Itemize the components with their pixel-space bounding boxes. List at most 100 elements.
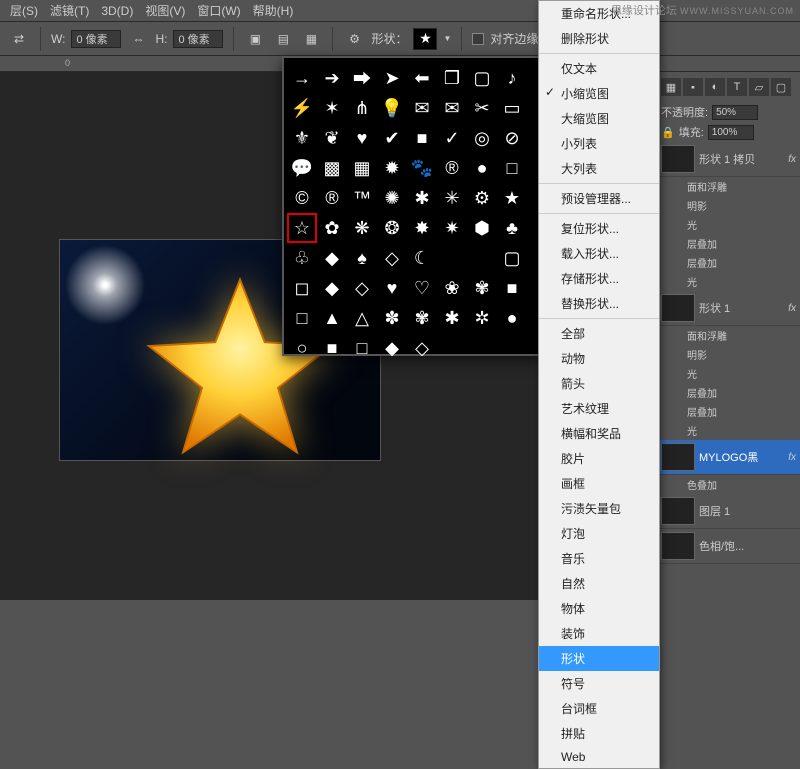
- menuitem-仅文本[interactable]: 仅文本: [539, 56, 659, 81]
- shape-envelope-front[interactable]: ✉: [408, 94, 436, 122]
- layer-effect[interactable]: 光: [657, 272, 800, 291]
- shape-empty[interactable]: [438, 244, 466, 272]
- shape-checker[interactable]: ▩: [318, 154, 346, 182]
- menu-layer[interactable]: 层(S): [4, 2, 44, 19]
- shape-triangle[interactable]: ▲: [318, 304, 346, 332]
- shape-asterisk[interactable]: ✱: [438, 304, 466, 332]
- layer-effect[interactable]: 面和浮雕: [657, 177, 800, 196]
- shape-club[interactable]: ♣: [498, 214, 526, 242]
- menuitem-大缩览图[interactable]: 大缩览图: [539, 106, 659, 131]
- shape-burst[interactable]: ✶: [318, 94, 346, 122]
- shape-envelope[interactable]: ✉: [438, 94, 466, 122]
- menuitem-全部[interactable]: 全部: [539, 321, 659, 346]
- shape-speech[interactable]: 💬: [288, 154, 316, 182]
- shape-heart-open[interactable]: ♡: [408, 274, 436, 302]
- shape-circle-heavy[interactable]: ●: [468, 154, 496, 182]
- menuitem-大列表[interactable]: 大列表: [539, 156, 659, 181]
- shape-burst4[interactable]: ✷: [438, 214, 466, 242]
- shape-frame-sq[interactable]: ▢: [468, 64, 496, 92]
- shape-burst3[interactable]: ✸: [408, 214, 436, 242]
- shape-dropdown-icon[interactable]: ▼: [443, 34, 451, 43]
- shape-arrow-thin-right[interactable]: →: [288, 64, 316, 92]
- menuitem-替换形状...[interactable]: 替换形状...: [539, 291, 659, 316]
- shape-circle[interactable]: ●: [498, 304, 526, 332]
- menuitem-画框[interactable]: 画框: [539, 471, 659, 496]
- shape-empty[interactable]: [468, 334, 496, 362]
- shape-registered2[interactable]: ®: [318, 184, 346, 212]
- shape-frame-rect[interactable]: ▭: [498, 94, 526, 122]
- shape-blob-open[interactable]: ✾: [408, 304, 436, 332]
- shape-star-solid[interactable]: ★: [498, 184, 526, 212]
- shape-club-out[interactable]: ♧: [288, 244, 316, 272]
- menu-help[interactable]: 帮助(H): [247, 2, 300, 19]
- shape-spade[interactable]: ♠: [348, 244, 376, 272]
- shape-seal-8-out[interactable]: ❋: [348, 214, 376, 242]
- shape-grass[interactable]: ⋔: [348, 94, 376, 122]
- filter-shape-icon[interactable]: ▱: [749, 78, 769, 96]
- shape-registered[interactable]: ®: [438, 154, 466, 182]
- shape-empty[interactable]: [468, 244, 496, 272]
- menuitem-符号[interactable]: 符号: [539, 671, 659, 696]
- shape-lightning[interactable]: ⚡: [288, 94, 316, 122]
- shape-outline-sq[interactable]: □: [498, 154, 526, 182]
- menuitem-台词框[interactable]: 台词框: [539, 696, 659, 721]
- link-wh-icon[interactable]: ⇔: [127, 28, 149, 50]
- shape-diamond3[interactable]: ◆: [378, 334, 406, 362]
- layer-effect[interactable]: 光: [657, 364, 800, 383]
- menu-window[interactable]: 窗口(W): [191, 2, 246, 19]
- gear-icon[interactable]: ⚙: [343, 28, 365, 50]
- shape-scissors[interactable]: ✂: [468, 94, 496, 122]
- shape-ring[interactable]: ○: [288, 334, 316, 362]
- path-arrange-icon[interactable]: ▦: [300, 28, 322, 50]
- shape-heart[interactable]: ♥: [348, 124, 376, 152]
- shape-triangle-open[interactable]: △: [348, 304, 376, 332]
- menuitem-横幅和奖品[interactable]: 横幅和奖品: [539, 421, 659, 446]
- menuitem-污渍矢量包[interactable]: 污渍矢量包: [539, 496, 659, 521]
- menuitem-小缩览图[interactable]: 小缩览图: [539, 81, 659, 106]
- shape-check[interactable]: ✓: [438, 124, 466, 152]
- shape-fleur[interactable]: ⚜: [288, 124, 316, 152]
- shape-ornament[interactable]: ❦: [318, 124, 346, 152]
- shape-burst2[interactable]: ✺: [378, 184, 406, 212]
- shape-blob[interactable]: ✽: [378, 304, 406, 332]
- shape-diamond-open[interactable]: ◇: [348, 274, 376, 302]
- menuitem-音乐[interactable]: 音乐: [539, 546, 659, 571]
- shape-paw[interactable]: 🐾: [408, 154, 436, 182]
- shape-rounded-sq[interactable]: ▢: [498, 244, 526, 272]
- menuitem-艺术纹理[interactable]: 艺术纹理: [539, 396, 659, 421]
- fx-badge[interactable]: fx: [788, 154, 796, 165]
- filter-adjust-icon[interactable]: ◐: [705, 78, 725, 96]
- shape-seal-8[interactable]: ✿: [318, 214, 346, 242]
- shape-hex-spin[interactable]: ✱: [408, 184, 436, 212]
- filter-type-icon[interactable]: T: [727, 78, 747, 96]
- menuitem-箭头[interactable]: 箭头: [539, 371, 659, 396]
- menuitem-删除形状[interactable]: 删除形状: [539, 26, 659, 51]
- shape-empty[interactable]: [438, 334, 466, 362]
- layer-row[interactable]: 图层 1: [657, 494, 800, 529]
- shape-hexagon[interactable]: ⬢: [468, 214, 496, 242]
- shape-seal-open2[interactable]: ✾: [468, 274, 496, 302]
- layer-effect[interactable]: 光: [657, 215, 800, 234]
- fx-badge[interactable]: fx: [788, 303, 796, 314]
- layer-row[interactable]: MYLOGO黑fx: [657, 440, 800, 475]
- shape-music-note[interactable]: ♪: [498, 64, 526, 92]
- menu-filter[interactable]: 滤镜(T): [44, 2, 95, 19]
- shape-grid[interactable]: ▦: [348, 154, 376, 182]
- shape-rounded-sq2[interactable]: ■: [498, 274, 526, 302]
- shape-seal-open[interactable]: ❀: [438, 274, 466, 302]
- menuitem-复位形状...[interactable]: 复位形状...: [539, 216, 659, 241]
- filter-smart-icon[interactable]: ▢: [771, 78, 791, 96]
- menu-view[interactable]: 视图(V): [139, 2, 191, 19]
- layer-row[interactable]: 色相/饱...: [657, 529, 800, 564]
- shape-prohibit[interactable]: ⊘: [498, 124, 526, 152]
- path-align-icon[interactable]: ▤: [272, 28, 294, 50]
- layer-effect[interactable]: 色叠加: [657, 475, 800, 494]
- shape-heart2[interactable]: ♥: [378, 274, 406, 302]
- menu-3d[interactable]: 3D(D): [95, 4, 139, 18]
- shape-starburst-thin[interactable]: ✳: [438, 184, 466, 212]
- shape-diamond2[interactable]: ◆: [318, 274, 346, 302]
- shape-rounded-open[interactable]: ◻: [288, 274, 316, 302]
- opacity-input[interactable]: [712, 105, 758, 120]
- shape-square-open[interactable]: □: [348, 334, 376, 362]
- menuitem-自然[interactable]: 自然: [539, 571, 659, 596]
